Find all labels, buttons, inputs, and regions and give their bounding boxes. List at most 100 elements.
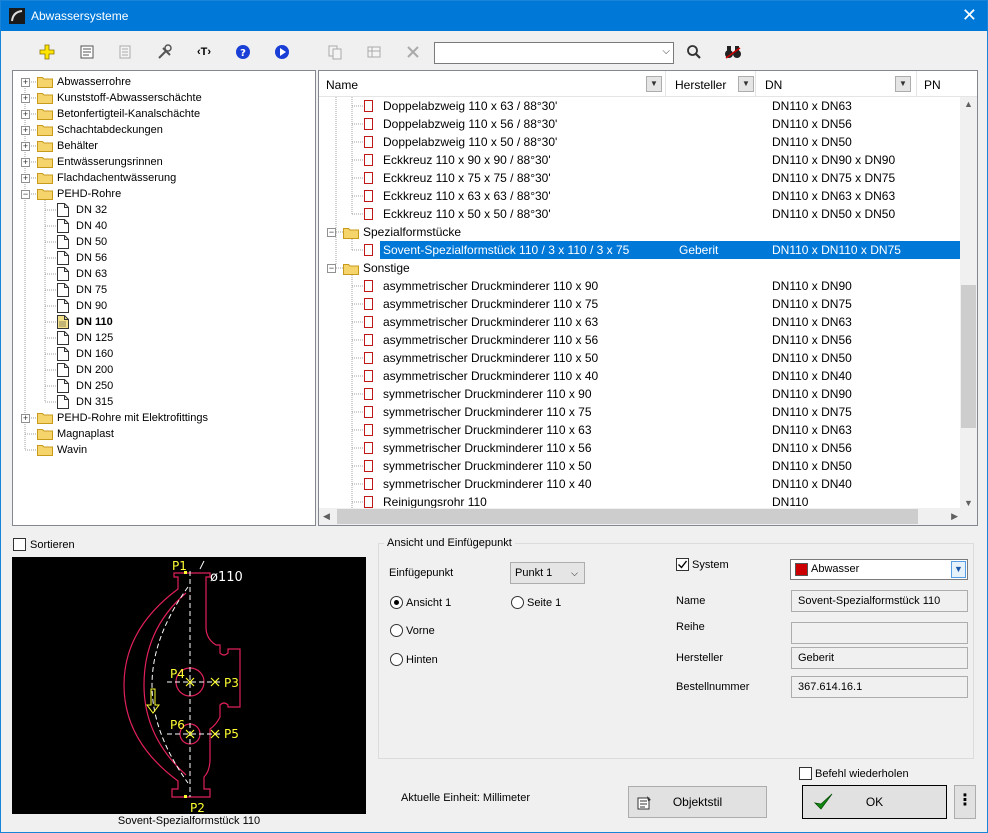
table-row[interactable]: Doppelabzweig 110 x 56 / 88°30' DN110 x D…	[319, 115, 963, 133]
tree-item[interactable]: DN 200	[13, 362, 313, 378]
system-checkbox[interactable]	[676, 558, 689, 571]
add-icon[interactable]	[35, 41, 59, 63]
expand-icon[interactable]: +	[21, 94, 30, 103]
tree-item[interactable]: DN 125	[13, 330, 313, 346]
tree-item[interactable]: DN 32	[13, 202, 313, 218]
tree-item[interactable]: DN 110	[13, 314, 313, 330]
ok-button[interactable]: OK	[802, 785, 947, 819]
column-header-pn[interactable]: PN	[917, 71, 977, 97]
table-row[interactable]: symmetrischer Druckminderer 110 x 90 DN11…	[319, 385, 963, 403]
sort-checkbox[interactable]	[13, 538, 26, 551]
table-row[interactable]: Sovent-Spezialformstück 110 / 3 x 110 / …	[319, 241, 963, 259]
tree-item[interactable]: + PEHD-Rohre mit Elektrofittings	[13, 410, 313, 426]
repeat-command-checkbox[interactable]	[799, 767, 812, 780]
table-row[interactable]: Doppelabzweig 110 x 63 / 88°30' DN110 x D…	[319, 97, 963, 115]
radio-hinten[interactable]	[390, 653, 403, 666]
table-row[interactable]: symmetrischer Druckminderer 110 x 56 DN11…	[319, 439, 963, 457]
table-row[interactable]: asymmetrischer Druckminderer 110 x 90 DN1…	[319, 277, 963, 295]
expand-icon[interactable]: +	[21, 174, 30, 183]
table-row[interactable]: Eckkreuz 110 x 90 x 90 / 88°30' DN110 x D…	[319, 151, 963, 169]
table-row[interactable]: symmetrischer Druckminderer 110 x 75 DN11…	[319, 403, 963, 421]
radio-seite1[interactable]	[511, 596, 524, 609]
chevron-down-icon[interactable]: ▼	[738, 76, 754, 92]
table-row[interactable]: Eckkreuz 110 x 50 x 50 / 88°30' DN110 x D…	[319, 205, 963, 223]
binoculars-icon[interactable]	[721, 41, 745, 63]
vertical-scrollbar[interactable]: ▲ ▼	[960, 97, 977, 510]
table-row[interactable]: Eckkreuz 110 x 63 x 63 / 88°30' DN110 x D…	[319, 187, 963, 205]
collapse-icon[interactable]: −	[327, 228, 336, 237]
document-icon	[57, 395, 69, 409]
scroll-left-icon[interactable]: ◀	[323, 511, 330, 522]
expand-icon[interactable]: +	[21, 414, 30, 423]
collapse-icon[interactable]: −	[327, 264, 336, 273]
scroll-down-icon[interactable]: ▼	[964, 498, 973, 508]
help-icon[interactable]: ?	[231, 41, 255, 63]
tree-item[interactable]: Wavin	[13, 442, 313, 458]
tree-item[interactable]: + Kunststoff-Abwasserschächte	[13, 90, 313, 106]
table-row[interactable]: Doppelabzweig 110 x 50 / 88°30' DN110 x D…	[319, 133, 963, 151]
tree-item[interactable]: + Behälter	[13, 138, 313, 154]
column-header-name[interactable]: Name	[319, 71, 666, 97]
properties-icon[interactable]	[75, 41, 99, 63]
chevron-down-icon[interactable]: ▼	[646, 76, 662, 92]
insert-point-select[interactable]: Punkt 1 ⌵	[510, 562, 585, 584]
objektstil-button[interactable]: Objektstil	[628, 786, 767, 818]
horizontal-scrollbar[interactable]: ◀ ▶	[319, 508, 962, 525]
scroll-up-icon[interactable]: ▲	[964, 99, 973, 109]
chevron-down-icon[interactable]: ▼	[895, 76, 911, 92]
radio-vorne[interactable]	[390, 624, 403, 637]
tree-item[interactable]: DN 315	[13, 394, 313, 410]
tree-item[interactable]: DN 50	[13, 234, 313, 250]
parts-grid[interactable]: Name ▼ Hersteller ▼ DN ▼ PN Doppelabzwei…	[318, 70, 978, 526]
table-row[interactable]: asymmetrischer Druckminderer 110 x 50 DN1…	[319, 349, 963, 367]
table-row[interactable]: asymmetrischer Druckminderer 110 x 63 DN1…	[319, 313, 963, 331]
tree-item[interactable]: + Betonfertigteil-Kanalschächte	[13, 106, 313, 122]
group-row[interactable]: − Sonstige	[319, 259, 963, 277]
scrollbar-thumb[interactable]	[337, 509, 918, 524]
expand-icon[interactable]: +	[21, 142, 30, 151]
tree-item[interactable]: DN 40	[13, 218, 313, 234]
tree-item[interactable]: + Entwässerungsrinnen	[13, 154, 313, 170]
text-tag-icon[interactable]: ‹T›	[192, 41, 216, 63]
scrollbar-thumb[interactable]	[961, 285, 976, 428]
expand-icon[interactable]: +	[21, 158, 30, 167]
tree-item[interactable]: Magnaplast	[13, 426, 313, 442]
category-tree[interactable]: + Abwasserrohre + Kunststoff-Abwasserschäch…	[12, 70, 316, 526]
chevron-down-icon[interactable]: ▼	[951, 561, 966, 578]
tree-item[interactable]: DN 250	[13, 378, 313, 394]
table-row[interactable]: asymmetrischer Druckminderer 110 x 56 DN1…	[319, 331, 963, 349]
expand-icon[interactable]: +	[21, 110, 30, 119]
close-icon[interactable]: ✕	[962, 5, 977, 25]
system-select[interactable]: Abwasser ▼	[790, 559, 968, 580]
tree-item[interactable]: − PEHD-Rohre	[13, 186, 313, 202]
collapse-icon[interactable]: −	[21, 190, 30, 199]
tree-item[interactable]: + Schachtabdeckungen	[13, 122, 313, 138]
tree-item[interactable]: + Abwasserrohre	[13, 74, 313, 90]
tree-item[interactable]: DN 90	[13, 298, 313, 314]
tree-item[interactable]: DN 63	[13, 266, 313, 282]
tools-icon[interactable]	[153, 41, 177, 63]
table-row[interactable]: asymmetrischer Druckminderer 110 x 40 DN1…	[319, 367, 963, 385]
radio-ansicht1[interactable]	[390, 596, 403, 609]
group-row[interactable]: − Spezialformstücke	[319, 223, 963, 241]
chevron-down-icon[interactable]: ⌵	[662, 46, 670, 57]
tree-item[interactable]: DN 75	[13, 282, 313, 298]
more-options-button[interactable]: ⋮	[954, 785, 976, 819]
tree-item-label: Wavin	[57, 444, 88, 456]
expand-icon[interactable]: +	[21, 78, 30, 87]
table-row[interactable]: asymmetrischer Druckminderer 110 x 75 DN1…	[319, 295, 963, 313]
search-input[interactable]: ⌵	[434, 42, 674, 64]
expand-icon[interactable]: +	[21, 126, 30, 135]
search-icon[interactable]	[682, 41, 706, 63]
table-row[interactable]: symmetrischer Druckminderer 110 x 63 DN11…	[319, 421, 963, 439]
play-icon[interactable]	[270, 41, 294, 63]
tree-item[interactable]: DN 160	[13, 346, 313, 362]
tree-item[interactable]: + Flachdachentwässerung	[13, 170, 313, 186]
table-row[interactable]: symmetrischer Druckminderer 110 x 40 DN11…	[319, 475, 963, 493]
table-row[interactable]: symmetrischer Druckminderer 110 x 50 DN11…	[319, 457, 963, 475]
table-row[interactable]: Eckkreuz 110 x 75 x 75 / 88°30' DN110 x D…	[319, 169, 963, 187]
column-header-dn[interactable]: DN	[758, 71, 917, 97]
cell-name: Doppelabzweig 110 x 50 / 88°30'	[383, 135, 558, 149]
tree-item[interactable]: DN 56	[13, 250, 313, 266]
scroll-right-icon[interactable]: ▶	[951, 511, 958, 522]
